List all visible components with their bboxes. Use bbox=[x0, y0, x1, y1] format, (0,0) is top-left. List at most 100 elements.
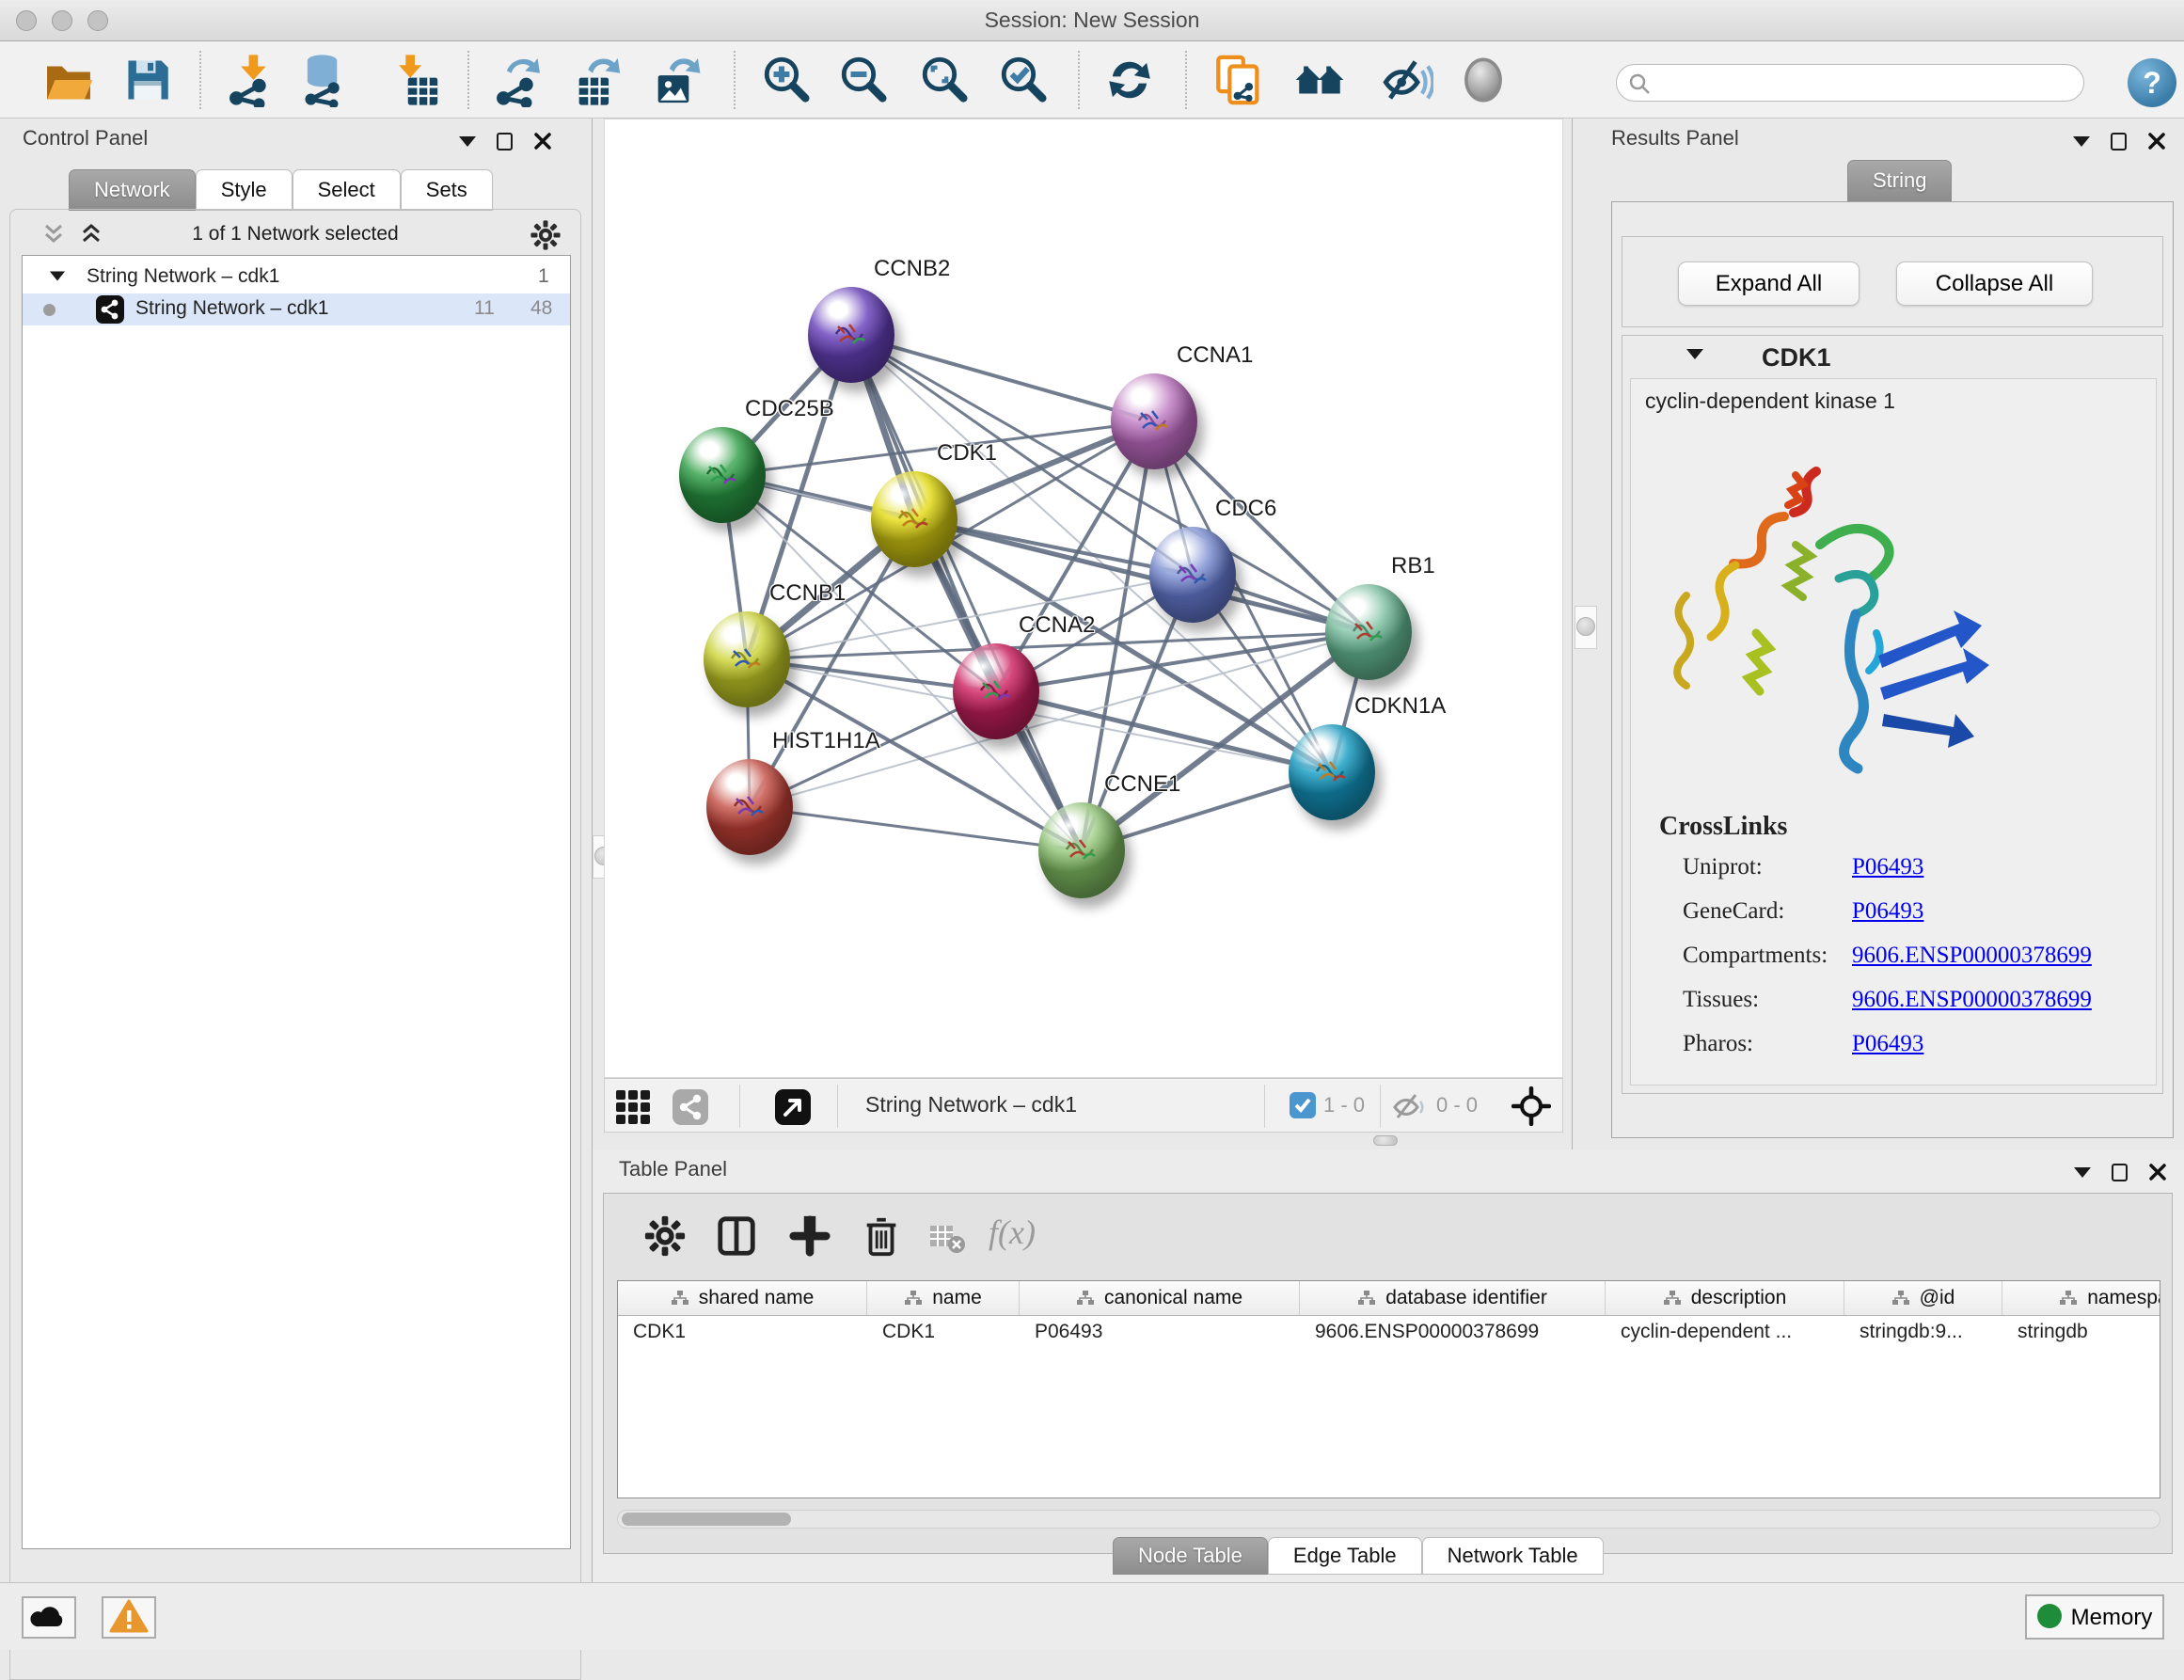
export-network-button[interactable] bbox=[491, 53, 546, 107]
home-button[interactable] bbox=[1292, 53, 1347, 107]
crosslink-value-link[interactable]: 9606.ENSP00000378699 bbox=[1852, 987, 2092, 1013]
export-image-button[interactable] bbox=[649, 53, 704, 107]
crosslink-value-link[interactable]: P06493 bbox=[1852, 898, 1923, 925]
import-network-database-button[interactable] bbox=[297, 53, 352, 107]
import-table-file-button[interactable] bbox=[388, 53, 442, 107]
delete-table-button-disabled[interactable] bbox=[928, 1218, 966, 1256]
collapse-collection-icon[interactable] bbox=[50, 272, 65, 281]
network-node-cdc25b[interactable] bbox=[679, 427, 766, 523]
delete-column-button[interactable] bbox=[860, 1214, 903, 1258]
search-box[interactable] bbox=[1616, 64, 2084, 102]
crosslink-value-link[interactable]: P06493 bbox=[1852, 854, 1923, 880]
close-panel-icon[interactable] bbox=[2148, 1163, 2167, 1181]
network-node-cdc6[interactable] bbox=[1149, 527, 1236, 623]
cloud-status-button[interactable] bbox=[22, 1596, 76, 1639]
table-cell[interactable]: cyclin-dependent ... bbox=[1606, 1316, 1844, 1350]
network-node-ccna1[interactable] bbox=[1111, 373, 1197, 469]
tab-string[interactable]: String bbox=[1847, 160, 1952, 201]
tab-select[interactable]: Select bbox=[293, 169, 401, 211]
collapse-all-button[interactable]: Collapse All bbox=[1896, 262, 2093, 306]
table-cell[interactable]: P06493 bbox=[1020, 1316, 1300, 1350]
crosslink-value-link[interactable]: 9606.ENSP00000378699 bbox=[1852, 943, 2092, 969]
open-in-window-icon[interactable] bbox=[774, 1088, 812, 1126]
column-header-@id[interactable]: @id bbox=[1844, 1281, 2002, 1315]
panel-menu-icon[interactable] bbox=[2073, 136, 2090, 147]
column-header-name[interactable]: name bbox=[867, 1281, 1020, 1315]
float-panel-icon[interactable] bbox=[2112, 1164, 2128, 1181]
table-cell[interactable]: stringdb bbox=[2002, 1316, 2160, 1350]
memory-button[interactable]: Memory bbox=[2025, 1594, 2164, 1640]
network-edge[interactable] bbox=[747, 335, 851, 659]
panel-menu-icon[interactable] bbox=[459, 136, 476, 147]
crosslink-value-link[interactable]: P06493 bbox=[1852, 1031, 1923, 1057]
table-cell[interactable]: CDK1 bbox=[867, 1316, 1020, 1350]
network-node-cdkn1a[interactable] bbox=[1289, 724, 1375, 820]
share-view-icon[interactable] bbox=[672, 1088, 709, 1126]
network-node-cdk1[interactable] bbox=[871, 471, 957, 567]
tab-network-table[interactable]: Network Table bbox=[1422, 1537, 1604, 1575]
node-table[interactable]: shared namenamecanonical namedatabase id… bbox=[617, 1280, 2160, 1498]
gear-icon[interactable] bbox=[530, 219, 562, 251]
tab-node-table[interactable]: Node Table bbox=[1113, 1537, 1268, 1575]
panel-menu-icon[interactable] bbox=[2074, 1167, 2091, 1178]
network-canvas[interactable]: CCNB2CCNA1CDC25BCDK1CDC6RB1CCNB1CCNA2CDK… bbox=[604, 119, 1563, 1078]
network-node-ccna2[interactable] bbox=[953, 643, 1039, 739]
birdseye-view-icon[interactable] bbox=[616, 1090, 650, 1124]
network-edge[interactable] bbox=[851, 335, 1082, 850]
tab-style[interactable]: Style bbox=[196, 169, 293, 211]
zoom-out-button[interactable] bbox=[837, 53, 892, 107]
tab-edge-table[interactable]: Edge Table bbox=[1268, 1537, 1422, 1575]
network-edge[interactable] bbox=[996, 691, 1332, 772]
save-session-button[interactable] bbox=[120, 53, 175, 107]
import-network-file-button[interactable] bbox=[224, 53, 278, 107]
horizontal-splitter-handle[interactable] bbox=[1364, 1133, 1407, 1149]
zoom-selected-button[interactable] bbox=[997, 53, 1052, 107]
refresh-layout-button[interactable] bbox=[1102, 53, 1157, 107]
show-columns-button[interactable] bbox=[715, 1214, 758, 1258]
column-header-namespace[interactable]: namespace bbox=[2002, 1281, 2160, 1315]
level-of-detail-button[interactable] bbox=[1456, 53, 1511, 107]
expand-all-button[interactable]: Expand All bbox=[1678, 262, 1860, 306]
scrollbar-thumb[interactable] bbox=[622, 1513, 791, 1526]
zoom-in-button[interactable] bbox=[760, 53, 815, 107]
right-splitter-handle[interactable] bbox=[1575, 606, 1597, 649]
table-horizontal-scrollbar[interactable] bbox=[617, 1510, 2160, 1529]
column-header-description[interactable]: description bbox=[1606, 1281, 1844, 1315]
float-panel-icon[interactable] bbox=[2111, 133, 2127, 151]
function-builder-button-disabled[interactable]: f(x) bbox=[989, 1212, 1036, 1252]
collapse-gene-icon[interactable] bbox=[1686, 349, 1703, 359]
close-panel-icon[interactable] bbox=[533, 132, 552, 151]
tab-network[interactable]: Network bbox=[69, 169, 196, 211]
table-cell[interactable]: CDK1 bbox=[618, 1316, 867, 1350]
selected-checkbox-icon[interactable] bbox=[1290, 1092, 1316, 1118]
column-header-canonical-name[interactable]: canonical name bbox=[1020, 1281, 1300, 1315]
network-node-rb1[interactable] bbox=[1325, 584, 1412, 680]
hide-graphics-details-button[interactable] bbox=[1379, 53, 1433, 107]
column-header-shared-name[interactable]: shared name bbox=[618, 1281, 867, 1315]
network-row-selected[interactable]: String Network – cdk1 11 48 bbox=[23, 293, 570, 325]
open-session-button[interactable] bbox=[41, 53, 96, 107]
help-button[interactable]: ? bbox=[2128, 58, 2176, 107]
network-collection-row[interactable]: String Network – cdk1 1 bbox=[23, 262, 570, 293]
table-options-button[interactable] bbox=[643, 1214, 687, 1258]
create-column-button[interactable] bbox=[788, 1214, 831, 1258]
network-edge[interactable] bbox=[750, 807, 1082, 850]
tab-sets[interactable]: Sets bbox=[401, 169, 493, 211]
export-table-button[interactable] bbox=[570, 53, 625, 107]
warnings-button[interactable] bbox=[102, 1596, 156, 1639]
network-edge[interactable] bbox=[851, 335, 1154, 421]
search-input[interactable] bbox=[1658, 67, 2072, 97]
network-node-ccnb1[interactable] bbox=[704, 611, 790, 707]
column-header-database-identifier[interactable]: database identifier bbox=[1300, 1281, 1606, 1315]
close-panel-icon[interactable] bbox=[2147, 132, 2166, 151]
zoom-fit-button[interactable] bbox=[918, 53, 973, 107]
table-cell[interactable]: 9606.ENSP00000378699 bbox=[1300, 1316, 1606, 1350]
float-panel-icon[interactable] bbox=[497, 133, 513, 151]
network-node-ccne1[interactable] bbox=[1038, 802, 1125, 898]
gene-section-header[interactable]: CDK1 bbox=[1622, 336, 2162, 378]
crosshair-icon[interactable] bbox=[1511, 1086, 1551, 1126]
network-node-ccnb2[interactable] bbox=[808, 287, 894, 383]
network-node-hist1h1a[interactable] bbox=[706, 759, 793, 855]
table-cell[interactable]: stringdb:9... bbox=[1844, 1316, 2002, 1350]
clone-network-button[interactable] bbox=[1211, 53, 1266, 107]
